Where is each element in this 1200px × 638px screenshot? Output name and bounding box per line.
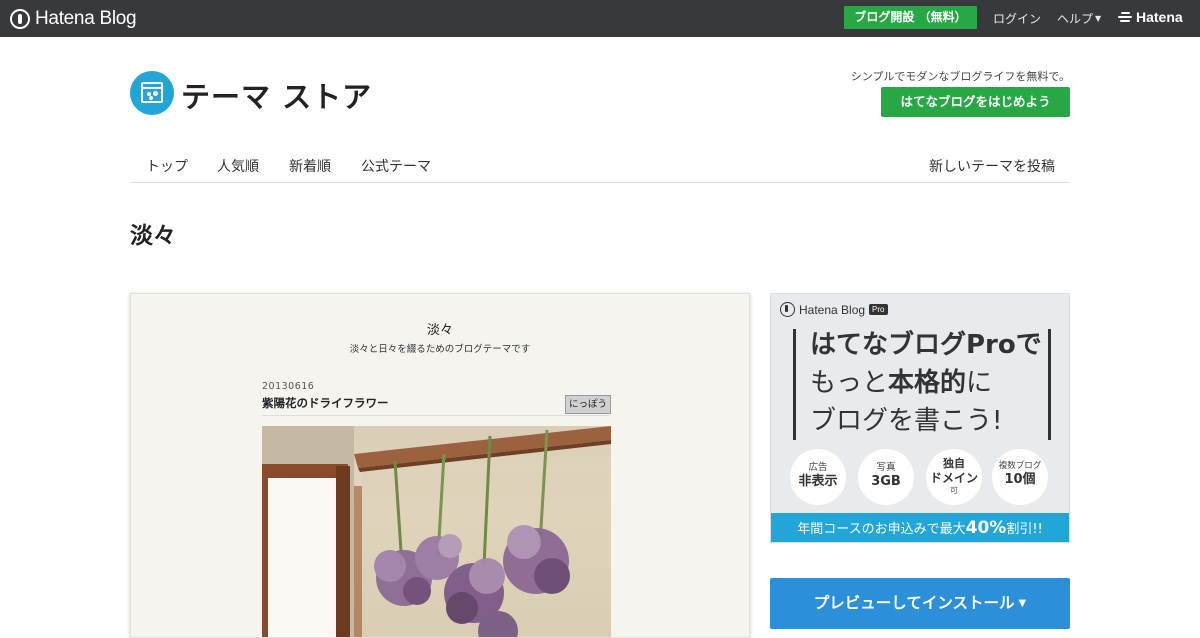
ad-headline-2-post: に bbox=[966, 368, 993, 398]
feature-large-label: 10個 bbox=[1004, 472, 1036, 487]
feature-small-label: 写真 bbox=[876, 462, 896, 473]
store-tagline: シンプルでモダンなブログライフを無料で。 bbox=[850, 70, 1070, 83]
theme-preview[interactable]: 淡々 淡々と日々を綴るためのブログテーマです 20130616 紫陽花のドライフ… bbox=[130, 293, 750, 638]
hatena-mark-icon bbox=[1118, 10, 1132, 24]
hatena-label: Hatena bbox=[1136, 9, 1183, 25]
ad-discount-banner: 年間コースのお申込みで最大40%割引!! bbox=[771, 513, 1069, 542]
ad-brand-text: Hatena Blog bbox=[799, 302, 866, 317]
hatena-blog-pro-ad[interactable]: Hatena Blog Pro はてなブログProで もっと本格的に ブログを書… bbox=[770, 293, 1070, 543]
hatena-blog-logo[interactable]: Hatena Blog bbox=[10, 8, 137, 30]
preview-install-button[interactable]: プレビューしてインストール ▼ bbox=[770, 578, 1070, 629]
preview-divider bbox=[262, 415, 610, 416]
preview-blog-title: 淡々 bbox=[426, 323, 453, 338]
ad-headline-1: はてなブログProで bbox=[810, 330, 1042, 360]
theme-store-logo-icon[interactable] bbox=[130, 71, 174, 115]
preview-blog-description: 淡々と日々を綴るためのブログテーマです bbox=[349, 344, 531, 355]
theme-name: 淡々 bbox=[130, 223, 176, 249]
feature-small-label: 広告 bbox=[808, 462, 828, 473]
feature-sub-label: 可 bbox=[950, 486, 958, 495]
caret-down-icon: ▼ bbox=[1095, 14, 1102, 23]
ad-headline-2-emphasis: 本格的 bbox=[886, 362, 969, 399]
caret-down-icon: ▼ bbox=[1018, 598, 1027, 609]
ad-brand: Hatena Blog Pro bbox=[780, 302, 888, 317]
hatena-menu[interactable]: Hatena bbox=[1118, 9, 1183, 25]
help-menu-label: ヘルプ bbox=[1057, 12, 1094, 26]
dried-hydrangea-photo bbox=[262, 426, 611, 637]
ad-headline-2: もっと本格的に bbox=[810, 362, 992, 399]
feature-large-label: 非表示 bbox=[798, 474, 838, 489]
feature-photo-storage: 写真 3GB bbox=[858, 449, 914, 505]
ad-headline-2-pre: もっと bbox=[810, 368, 889, 398]
feature-custom-domain: 独自 ドメイン 可 bbox=[926, 449, 982, 505]
pro-badge: Pro bbox=[869, 304, 888, 315]
preview-entry-date: 20130616 bbox=[262, 381, 315, 392]
post-theme-link[interactable]: 新しいテーマを投稿 bbox=[929, 156, 1055, 176]
ad-left-bar bbox=[793, 329, 796, 440]
feature-large-label: 3GB bbox=[871, 474, 901, 489]
login-link[interactable]: ログイン bbox=[993, 10, 1041, 27]
help-menu[interactable]: ヘルプ ▼ bbox=[1057, 10, 1101, 27]
nav-new[interactable]: 新着順 bbox=[289, 156, 331, 176]
feature-no-ads: 広告 非表示 bbox=[790, 449, 846, 505]
ad-footer-pre: 年間コースのお申込みで最大 bbox=[797, 522, 966, 537]
store-title[interactable]: テーマ ストア bbox=[181, 74, 372, 116]
feature-small-label: 複数ブログ bbox=[998, 461, 1042, 471]
nav-official[interactable]: 公式テーマ bbox=[361, 156, 431, 176]
ad-right-bar bbox=[1048, 329, 1051, 440]
install-button-label: プレビューしてインストール bbox=[813, 594, 1015, 612]
hatena-blog-logo-icon bbox=[780, 302, 795, 317]
start-blog-button[interactable]: はてなブログをはじめよう bbox=[881, 87, 1070, 117]
nav-popular[interactable]: 人気順 bbox=[217, 156, 259, 176]
store-nav: トップ 人気順 新着順 公式テーマ 新しいテーマを投稿 bbox=[130, 147, 1070, 183]
ad-footer-percent: 40% bbox=[965, 518, 1007, 538]
preview-category-tag: にっぽう bbox=[565, 395, 611, 414]
preview-entry-title: 紫陽花のドライフラワー bbox=[262, 396, 389, 410]
feature-small-label: 独自 bbox=[943, 457, 965, 470]
ad-headline-3: ブログを書こう! bbox=[810, 406, 1003, 436]
feature-large-label: ドメイン bbox=[929, 471, 978, 485]
preview-entry-photo bbox=[262, 426, 611, 637]
global-header: Hatena Blog ブログ開設 （無料） ログイン ヘルプ ▼ Hatena bbox=[0, 0, 1200, 37]
feature-multiple-blogs: 複数ブログ 10個 bbox=[992, 449, 1048, 505]
nav-top[interactable]: トップ bbox=[146, 156, 188, 176]
ad-footer-post: 割引!! bbox=[1006, 522, 1043, 537]
hatena-blog-logo-icon bbox=[10, 9, 30, 29]
open-blog-button[interactable]: ブログ開設 （無料） bbox=[844, 6, 977, 29]
hatena-blog-logo-text: Hatena Blog bbox=[35, 8, 137, 29]
